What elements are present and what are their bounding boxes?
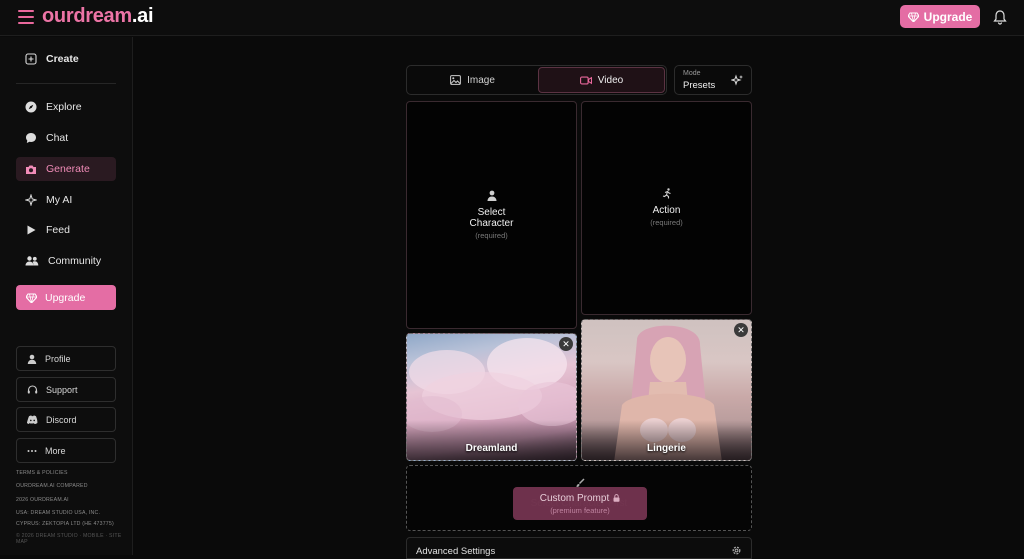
copyright-text: 2026 OURDREAM.AI [16,497,69,503]
camera-icon [26,165,36,174]
gem-icon [907,11,919,22]
tab-video[interactable]: Video [538,67,665,93]
action-title: Action [652,205,681,216]
tab-image[interactable]: Image [409,67,536,93]
gem-icon [26,292,37,303]
premium-hint: (premium feature) [550,505,610,515]
more-button[interactable]: More [16,438,116,463]
sidebar: Create Explore Chat Generate My AI Feed … [0,37,133,555]
sidebar-item-label: Community [48,255,102,267]
bell-icon[interactable] [993,9,1007,25]
mode-presets-button[interactable]: Mode Presets [674,65,752,95]
discord-icon [27,415,38,424]
sidebar-item-create[interactable]: Create [16,47,116,71]
upgrade-label: Upgrade [923,9,973,24]
running-figure-icon [662,188,671,199]
required-hint: (required) [475,231,508,240]
scene-label: Dreamland [465,443,518,454]
people-icon [25,256,39,266]
profile-label: Profile [45,353,71,364]
support-button[interactable]: Support [16,377,116,402]
cyprus-entity-text: CYPRUS: ZEKTOPIA LTD (HE 473775) [16,521,114,527]
sidebar-item-feed[interactable]: Feed [16,218,116,242]
logo-suffix: .ai [131,5,154,27]
mode-value: Presets [683,80,716,91]
card-overlay [582,420,751,460]
tab-label: Image [467,74,495,86]
support-label: Support [46,384,78,395]
person-icon [27,354,37,364]
top-bar: ourdream.ai Upgrade [0,0,1024,36]
sparkle-icon [25,194,37,206]
remove-outfit-button[interactable]: ✕ [734,323,748,337]
chat-bubble-icon [26,133,36,143]
sidebar-item-generate[interactable]: Generate [16,157,116,181]
headset-icon [27,384,38,393]
required-hint: (required) [650,218,683,227]
usa-entity-text: USA: DREAM STUDIO USA, INC. [16,510,101,516]
select-character-title-2: Character [469,218,514,229]
media-type-tabs: Image Video [406,65,667,95]
mode-label: Mode [683,70,701,77]
terms-link[interactable]: TERMS & POLICIES [16,470,68,476]
sidebar-item-label: Explore [46,101,82,113]
select-character-slot[interactable]: Select Character (required) [406,101,577,329]
sidebar-item-label: My AI [46,194,73,206]
sidebar-item-label: Generate [46,163,90,175]
tab-label: Video [597,74,624,86]
play-icon [27,225,36,235]
sidebar-item-community[interactable]: Community [16,249,116,273]
action-slot[interactable]: Action (required) [581,101,752,315]
sparkles-icon [731,74,743,86]
sidebar-item-my-ai[interactable]: My AI [16,188,116,212]
menu-icon[interactable] [18,10,34,24]
footer-links[interactable]: © 2026 DREAM STUDIO · MOBILE · SITE MAP [16,533,132,545]
image-icon [450,75,461,85]
sidebar-item-label: Chat [46,132,69,144]
card-overlay [407,420,576,460]
gear-icon [732,546,741,555]
logo-text: ourdream [42,5,132,27]
advanced-settings-toggle[interactable]: Advanced Settings [406,537,752,559]
sidebar-upgrade-button[interactable]: Upgrade [16,285,116,310]
custom-prompt-label: Custom Prompt [539,492,610,504]
video-icon [579,76,592,84]
outfit-label: Lingerie [647,443,686,454]
sidebar-item-label: Feed [46,224,70,236]
discord-label: Discord [46,414,77,425]
divider [16,83,116,84]
custom-prompt-button[interactable]: Custom Prompt (premium feature) [513,487,647,520]
sidebar-item-label: Create [46,53,79,65]
advanced-settings-label: Advanced Settings [416,546,496,557]
upgrade-label: Upgrade [45,291,86,304]
profile-button[interactable]: Profile [16,346,116,371]
person-icon [487,190,496,201]
discord-button[interactable]: Discord [16,407,116,432]
lock-icon [613,494,620,502]
more-label: More [45,445,66,456]
remove-scene-button[interactable]: ✕ [559,337,573,351]
plus-square-icon [25,53,37,65]
compass-icon [25,101,37,113]
outfit-card-lingerie[interactable]: ✕ Lingerie [581,319,752,461]
sidebar-item-explore[interactable]: Explore [16,95,116,119]
scene-card-dreamland[interactable]: ✕ Dreamland [406,333,577,461]
prompt-area[interactable]: Select Character First Custom Prompt (pr… [406,465,752,531]
select-character-title: Select [477,207,506,218]
logo[interactable]: ourdream.ai [42,5,154,28]
compared-link[interactable]: OURDREAM.AI COMPARED [16,483,88,489]
more-dots-icon [27,449,37,452]
upgrade-button[interactable]: Upgrade [900,5,980,28]
sidebar-item-chat[interactable]: Chat [16,126,116,150]
